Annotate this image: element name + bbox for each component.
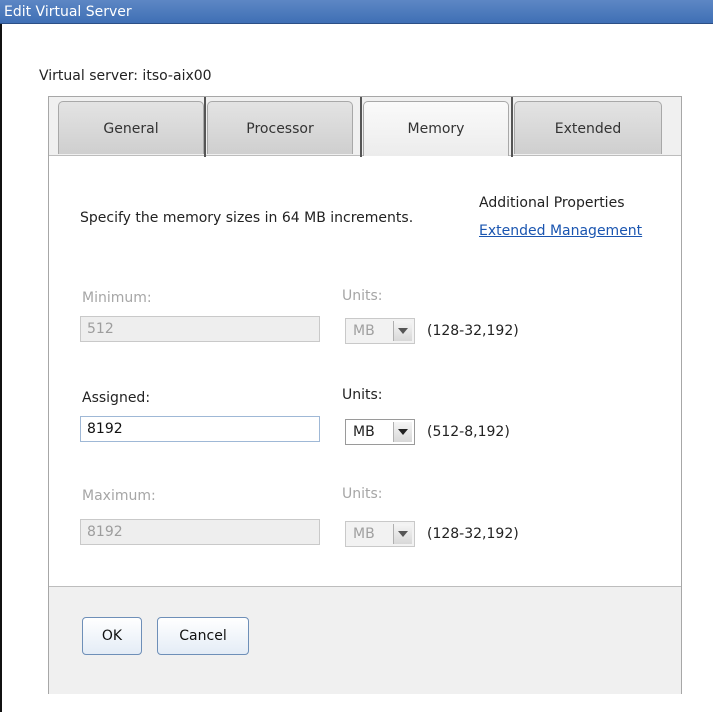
extended-management-link[interactable]: Extended Management xyxy=(479,223,642,239)
maximum-range: (128-32,192) xyxy=(427,526,519,542)
ok-button[interactable]: OK xyxy=(82,617,142,655)
assigned-range: (512-8,192) xyxy=(427,424,510,440)
chevron-down-icon xyxy=(393,422,412,442)
minimum-range: (128-32,192) xyxy=(427,323,519,339)
tab-separator xyxy=(204,97,206,157)
edit-dialog: General Processor Memory Extended Specif… xyxy=(48,96,682,694)
minimum-input[interactable] xyxy=(80,316,320,342)
assigned-input[interactable] xyxy=(80,416,320,442)
tab-separator xyxy=(360,97,362,157)
minimum-units-value: MB xyxy=(353,323,375,339)
tab-general[interactable]: General xyxy=(58,101,204,154)
dialog-footer: OK Cancel xyxy=(49,586,681,694)
maximum-units-label: Units: xyxy=(342,486,383,502)
tab-bar: General Processor Memory Extended xyxy=(49,97,681,157)
assigned-units-select[interactable]: MB xyxy=(345,419,415,445)
memory-hint: Specify the memory sizes in 64 MB increm… xyxy=(80,210,414,226)
tab-separator xyxy=(511,97,513,157)
assigned-units-value: MB xyxy=(353,424,375,440)
maximum-units-select[interactable]: MB xyxy=(345,521,415,547)
chevron-down-icon xyxy=(393,321,412,341)
minimum-label: Minimum: xyxy=(82,290,152,306)
maximum-input[interactable] xyxy=(80,519,320,545)
tab-memory[interactable]: Memory xyxy=(363,101,509,156)
additional-properties-heading: Additional Properties xyxy=(479,195,625,211)
window-titlebar: Edit Virtual Server xyxy=(0,0,713,24)
assigned-units-label: Units: xyxy=(342,387,383,403)
chevron-down-icon xyxy=(393,524,412,544)
window-frame xyxy=(0,0,2,712)
tab-processor[interactable]: Processor xyxy=(207,101,353,154)
cancel-button[interactable]: Cancel xyxy=(157,617,249,655)
virtual-server-label: Virtual server: itso-aix00 xyxy=(39,68,212,84)
minimum-units-select[interactable]: MB xyxy=(345,318,415,344)
assigned-label: Assigned: xyxy=(82,390,151,406)
tab-extended[interactable]: Extended xyxy=(514,101,662,154)
window-title: Edit Virtual Server xyxy=(4,4,132,20)
maximum-units-value: MB xyxy=(353,526,375,542)
minimum-units-label: Units: xyxy=(342,288,383,304)
maximum-label: Maximum: xyxy=(82,488,156,504)
